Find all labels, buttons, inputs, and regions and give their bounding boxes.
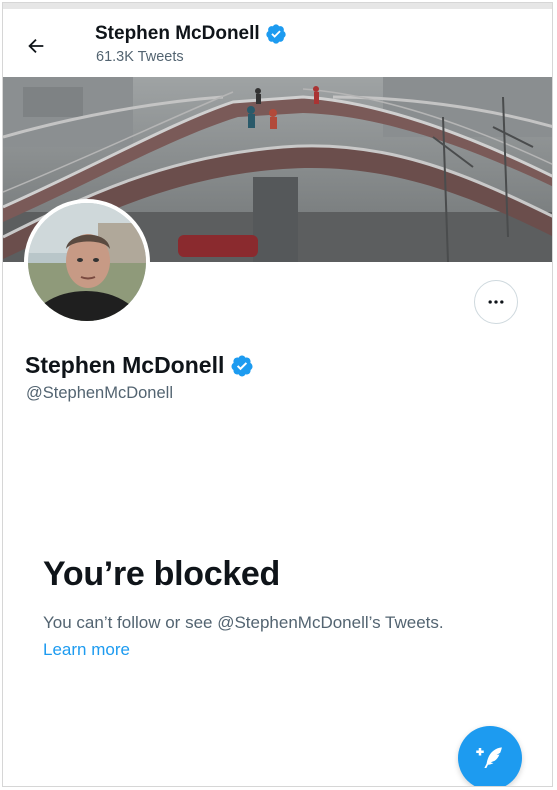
compose-tweet-icon — [476, 747, 502, 768]
profile-handle: @StephenMcDonell — [26, 384, 173, 402]
profile-header: Stephen McDonell 61.3K Tweets — [3, 9, 552, 77]
blocked-description: You can’t follow or see @StephenMcDonell… — [43, 613, 444, 632]
more-horizontal-icon — [488, 300, 504, 304]
header-name: Stephen McDonell — [95, 23, 260, 44]
profile-avatar[interactable] — [24, 199, 150, 325]
compose-tweet-button[interactable] — [458, 726, 522, 786]
profile-name: Stephen McDonell — [25, 352, 225, 378]
learn-more-link[interactable]: Learn more — [43, 640, 130, 660]
avatar-image — [28, 203, 146, 321]
blocked-title: You’re blocked — [43, 555, 281, 593]
more-options-button[interactable] — [474, 280, 518, 324]
arrow-left-icon — [28, 38, 44, 54]
verified-badge-icon — [266, 24, 286, 44]
profile-name-row: Stephen McDonell — [25, 352, 254, 379]
verified-badge-icon — [231, 355, 253, 376]
header-title-row: Stephen McDonell — [95, 23, 287, 45]
app-frame: Stephen McDonell 61.3K Tweets Stephen Mc… — [2, 2, 553, 787]
tweet-count: 61.3K Tweets — [96, 49, 184, 65]
back-button[interactable] — [19, 29, 53, 63]
